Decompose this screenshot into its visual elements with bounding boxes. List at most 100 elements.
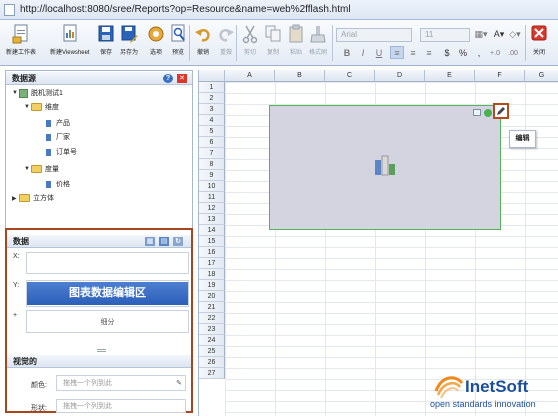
row-header[interactable]: 12	[199, 203, 225, 214]
chart-format-icon[interactable]	[473, 109, 481, 116]
cut-icon	[240, 23, 260, 45]
column-header[interactable]: G	[525, 70, 558, 82]
column-header[interactable]: D	[375, 70, 425, 82]
row-header[interactable]: 5	[199, 126, 225, 137]
row-header[interactable]: 23	[199, 324, 225, 335]
italic-button[interactable]: I	[356, 47, 370, 60]
column-header[interactable]: E	[425, 70, 475, 82]
row-header[interactable]: 22	[199, 313, 225, 324]
expand-icon: ▼	[12, 90, 18, 96]
edit-icon[interactable]: ✎	[176, 376, 182, 392]
fill-color-button[interactable]: ◇▾	[508, 28, 522, 41]
row-header[interactable]: 6	[199, 137, 225, 148]
fill-color-icon: ◇▾	[509, 29, 521, 39]
new-worksheet-button[interactable]: 新建工作表	[6, 23, 36, 56]
page-icon	[4, 3, 15, 16]
chart-type-icon[interactable]: ▦	[145, 237, 155, 246]
address-bar[interactable]: http://localhost:8080/sree/Reports?op=Re…	[0, 0, 558, 20]
row-header[interactable]: 4	[199, 115, 225, 126]
bold-button[interactable]: B	[340, 47, 354, 60]
row-header[interactable]: 11	[199, 192, 225, 203]
data-source-header: 数据源 ? ✕	[6, 72, 192, 85]
increase-decimal-button[interactable]: +.0	[488, 47, 502, 60]
redo-button[interactable]: 重做	[216, 23, 236, 56]
x-axis-dropzone[interactable]	[26, 252, 189, 274]
align-center-button[interactable]: ≡	[406, 47, 420, 60]
options-button[interactable]: 选项	[146, 23, 166, 56]
pencil-icon	[497, 107, 505, 115]
tree-node-field[interactable]: 订单号	[46, 147, 77, 157]
corner-header	[199, 70, 225, 82]
row-header[interactable]: 2	[199, 93, 225, 104]
tree-node-folder[interactable]: ▼ 度量	[24, 164, 59, 174]
row-header[interactable]: 19	[199, 280, 225, 291]
tree-node-db[interactable]: ▼ 脱机测试1	[12, 88, 63, 98]
chart-placeholder[interactable]	[269, 105, 501, 230]
row-header[interactable]: 25	[199, 346, 225, 357]
new-worksheet-icon	[11, 23, 31, 45]
border-button[interactable]: ▦▾	[474, 28, 488, 41]
column-header[interactable]: C	[325, 70, 375, 82]
row-header[interactable]: 1	[199, 82, 225, 93]
row-header[interactable]: 15	[199, 236, 225, 247]
row-header[interactable]: 7	[199, 148, 225, 159]
column-header[interactable]: B	[275, 70, 325, 82]
tree-node-folder[interactable]: ▼ 维度	[24, 102, 59, 112]
row-header[interactable]: 8	[199, 159, 225, 170]
chart-edit-button[interactable]	[493, 103, 509, 119]
save-as-button[interactable]: 另存为	[119, 23, 139, 56]
resize-grip[interactable]	[97, 349, 106, 352]
row-header[interactable]: 21	[199, 302, 225, 313]
app-window: http://localhost:8080/sree/Reports?op=Re…	[0, 0, 558, 416]
new-viewsheet-button[interactable]: 新建Viewsheet	[50, 23, 90, 56]
undo-button[interactable]: 撤销	[193, 23, 213, 56]
breakdown-dropzone[interactable]: 细分	[26, 310, 189, 333]
row-header[interactable]: 3	[199, 104, 225, 115]
row-header[interactable]: 9	[199, 170, 225, 181]
row-header[interactable]: 13	[199, 214, 225, 225]
row-header[interactable]: 20	[199, 291, 225, 302]
chart-settings-icon[interactable]: ▤	[159, 237, 169, 246]
align-left-button[interactable]: ≡	[390, 46, 404, 59]
shape-dropzone[interactable]: 拖拽一个列到此	[56, 399, 186, 413]
row-header[interactable]: 18	[199, 269, 225, 280]
refresh-icon[interactable]: ↻	[173, 237, 183, 246]
decrease-decimal-button[interactable]: .00	[506, 47, 520, 60]
row-header[interactable]: 14	[199, 225, 225, 236]
new-viewsheet-icon	[60, 23, 80, 45]
tree-node-field[interactable]: 厂家	[46, 132, 70, 142]
percent-button[interactable]: %	[456, 47, 470, 60]
row-header[interactable]: 10	[199, 181, 225, 192]
tree-node-folder[interactable]: ▶ 立方体	[12, 193, 54, 203]
column-header[interactable]: A	[225, 70, 275, 82]
tree-node-field[interactable]: 价格	[46, 179, 70, 189]
row-header[interactable]: 26	[199, 357, 225, 368]
cut-button[interactable]: 剪切	[240, 23, 260, 56]
close-button[interactable]: 关闭	[529, 23, 549, 56]
color-dropzone[interactable]: 拖拽一个列到此 ✎	[56, 375, 186, 391]
paste-button[interactable]: 粘贴	[286, 23, 306, 56]
field-icon	[46, 148, 51, 156]
underline-button[interactable]: U	[372, 47, 386, 60]
align-right-button[interactable]: ≡	[422, 47, 436, 60]
expand-icon: ▼	[24, 104, 30, 110]
save-as-icon	[119, 23, 139, 45]
close-panel-icon[interactable]: ✕	[177, 74, 187, 83]
chart-status-icon[interactable]	[484, 109, 492, 117]
row-header[interactable]: 24	[199, 335, 225, 346]
format-painter-button[interactable]: 格式刷	[308, 23, 328, 56]
column-header[interactable]: F	[475, 70, 525, 82]
comma-button[interactable]: ,	[472, 47, 486, 60]
preview-button[interactable]: 预览	[168, 23, 188, 56]
text-color-button[interactable]: A▾	[492, 28, 506, 41]
copy-button[interactable]: 复制	[263, 23, 283, 56]
save-button[interactable]: 保存	[96, 23, 116, 56]
row-header[interactable]: 27	[199, 368, 225, 379]
currency-button[interactable]: $	[440, 47, 454, 60]
font-name-select[interactable]: Arial	[336, 28, 412, 42]
row-header[interactable]: 17	[199, 258, 225, 269]
tree-node-field[interactable]: 产品	[46, 118, 70, 128]
row-header[interactable]: 16	[199, 247, 225, 258]
help-icon[interactable]: ?	[163, 74, 173, 83]
font-size-select[interactable]: 11	[420, 28, 470, 42]
